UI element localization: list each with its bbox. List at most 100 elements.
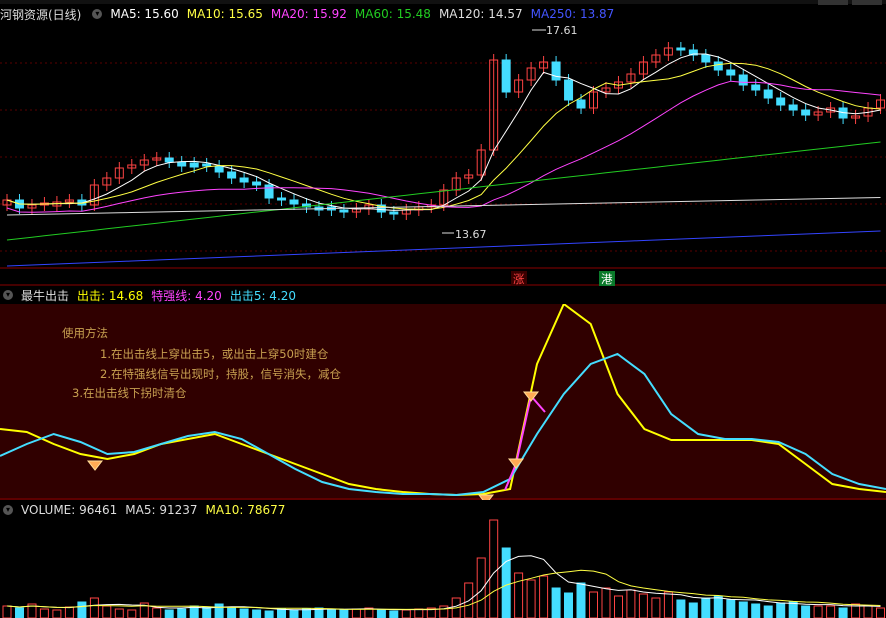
candle-body (701, 54, 711, 63)
volume-bar (638, 593, 648, 618)
legend-item: MA250: 13.87 (530, 7, 615, 21)
candle-body (501, 59, 511, 93)
candle-body (239, 177, 249, 183)
legend-item: MA5: 15.60 (110, 7, 179, 21)
candle-body (264, 184, 274, 199)
usage-step-2: 2.在特强线信号出现时，持股，信号消失，减仓 (100, 367, 341, 381)
volume-bar (114, 608, 124, 618)
volume-bar (414, 608, 424, 618)
volume-bar (164, 609, 174, 618)
volume-bar (751, 603, 761, 618)
volume-bar (64, 606, 74, 618)
volume-chart[interactable] (0, 516, 886, 618)
volume-bar (676, 599, 686, 618)
candle-body (277, 197, 287, 201)
volume-bar (776, 602, 786, 618)
candle-body (202, 163, 212, 167)
candle-body (164, 157, 174, 163)
volume-bar (688, 602, 698, 618)
candle-body (801, 109, 811, 116)
candle-body (776, 97, 786, 106)
volume-bar (626, 589, 636, 618)
stock-name[interactable]: 河钢资源(日线) (0, 6, 81, 23)
legend-item: MA120: 14.57 (438, 7, 523, 21)
volume-bar (713, 595, 723, 618)
candle-body (214, 165, 224, 173)
volume-bar (663, 591, 673, 618)
price-plot-area (0, 20, 886, 268)
indicator-chart[interactable] (0, 304, 886, 500)
candle-body (726, 69, 736, 76)
volume-bar (651, 597, 661, 618)
volume-bar (601, 587, 611, 618)
volume-bar (351, 608, 361, 618)
legend-item: 出击5: 4.20 (229, 288, 297, 303)
candle-body (389, 211, 399, 215)
volume-bar (376, 609, 386, 618)
volume-bar (202, 606, 212, 618)
volume-bar (39, 608, 49, 618)
candle-body (713, 61, 723, 71)
candle-body (339, 209, 349, 213)
volume-bar (214, 603, 224, 618)
volume-bar (539, 575, 549, 618)
vol-ma5-line (6, 555, 881, 611)
legend-item: MA60: 15.48 (354, 7, 431, 21)
legend-item: MA10: 15.65 (186, 7, 263, 21)
volume-legend-list: VOLUME: 96461 MA5: 91237 MA10: 78677 (21, 503, 293, 517)
candlestick-chart[interactable] (0, 0, 886, 286)
collapse-toggle-icon[interactable]: ▾ (3, 505, 13, 515)
volume-bar (826, 605, 836, 618)
candle-body (289, 199, 299, 205)
candle-body (252, 181, 262, 186)
legend-item: MA10: 78677 (205, 503, 286, 517)
high-price-label: 17.61 (546, 24, 578, 37)
volume-bar (763, 605, 773, 618)
volume-bar (252, 609, 262, 618)
legend-item: VOLUME: 96461 (21, 503, 118, 517)
volume-bar (726, 599, 736, 618)
candle-body (738, 74, 748, 86)
volume-bar (52, 609, 62, 618)
volume-bar (302, 608, 311, 618)
volume-bar (102, 605, 112, 618)
volume-bar (614, 595, 623, 618)
candle-body (763, 89, 773, 99)
volume-bar (127, 609, 137, 618)
volume-bar (2, 605, 12, 618)
candle-body (564, 79, 574, 101)
volume-bar (526, 579, 536, 618)
volume-bar (264, 610, 274, 618)
volume-bar (788, 601, 798, 618)
legend-item: 出击: 14.68 (77, 288, 144, 303)
volume-bar (77, 601, 87, 618)
legend-item: MA5: 91237 (125, 503, 198, 517)
indicator-plot-area (0, 304, 886, 500)
candle-body (177, 161, 187, 167)
candle-body (788, 104, 798, 111)
volume-bar (476, 557, 486, 618)
volume-bar (863, 605, 873, 618)
volume-bar (152, 607, 162, 618)
settings-toggle-icon[interactable]: ▾ (92, 9, 103, 19)
usage-step-3: 3.在出击线下拐时清仓 (72, 386, 187, 400)
volume-bar (15, 607, 24, 618)
candle-body (227, 171, 237, 179)
volume-bar (576, 582, 586, 618)
usage-title: 使用方法 (62, 326, 108, 340)
volume-bar (389, 610, 399, 618)
volume-bar (701, 597, 711, 618)
volume-bar (177, 608, 187, 618)
candle-body (189, 162, 199, 168)
collapse-toggle-icon[interactable]: ▾ (3, 290, 13, 300)
legend-item: MA20: 15.92 (270, 7, 347, 21)
volume-bar (289, 609, 299, 618)
indicator-name[interactable]: 最牛出击 (21, 287, 69, 304)
usage-step-1: 1.在出击线上穿出击5，或出击上穿50时建仓 (100, 347, 329, 361)
volume-bar (738, 601, 748, 618)
rise-limit-badge: 涨 (511, 271, 527, 287)
candle-body (676, 47, 686, 51)
indicator-legend-list: 出击: 14.68 特强线: 4.20 出击5: 4.20 (77, 287, 304, 304)
volume-bar (514, 572, 524, 618)
volume-bar (339, 609, 349, 618)
